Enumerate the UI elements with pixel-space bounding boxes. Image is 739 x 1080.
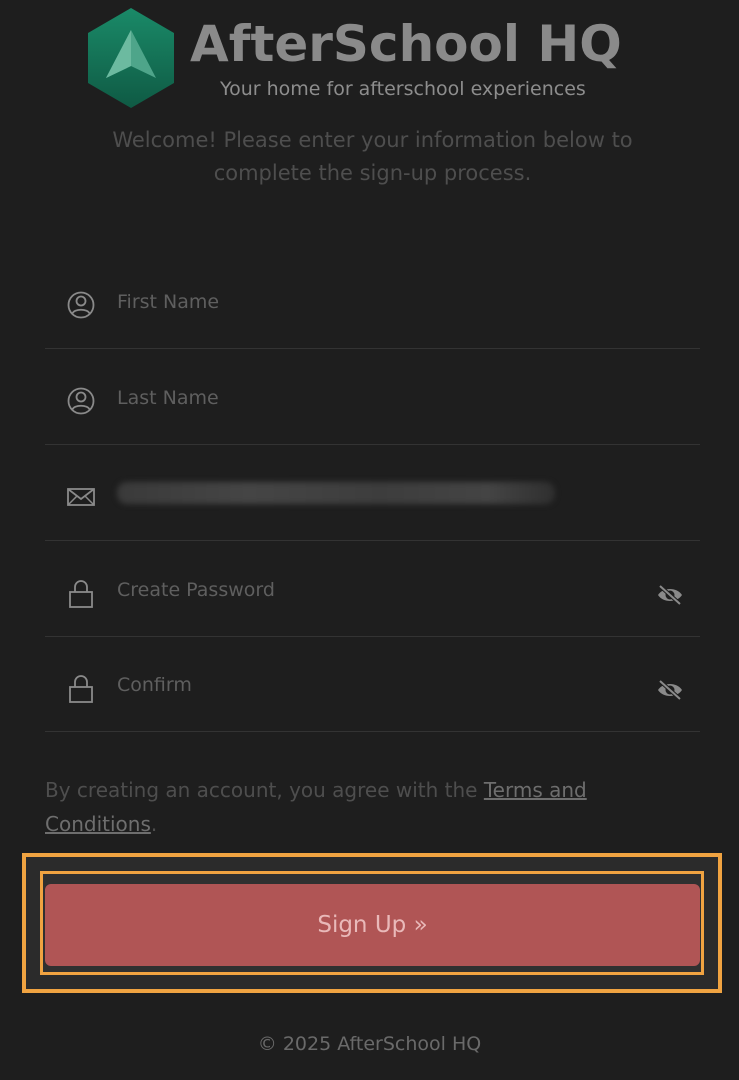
eye-slash-icon[interactable]	[656, 584, 684, 606]
terms-prefix: By creating an account, you agree with t…	[45, 778, 484, 802]
lock-icon	[69, 675, 93, 703]
envelope-icon	[67, 488, 95, 506]
footer-copyright: © 2025 AfterSchool HQ	[257, 1033, 482, 1055]
user-circle-icon	[67, 387, 95, 415]
last-name-input[interactable]	[117, 378, 617, 418]
password-field-row	[45, 542, 700, 637]
brand-tagline: Your home for afterschool experiences	[220, 78, 586, 100]
first-name-field-row	[45, 254, 700, 349]
eye-slash-icon[interactable]	[656, 679, 684, 701]
afterschool-logo-icon	[88, 8, 174, 108]
create-password-input[interactable]	[117, 570, 617, 610]
first-name-input[interactable]	[117, 282, 617, 322]
confirm-password-field-row	[45, 637, 700, 732]
lock-icon	[69, 580, 93, 608]
confirm-password-input[interactable]	[117, 665, 617, 705]
brand-name: AfterSchool HQ	[190, 15, 622, 73]
welcome-text: Welcome! Please enter your information b…	[112, 128, 633, 185]
email-input[interactable]	[117, 482, 555, 504]
sign-up-button[interactable]: Sign Up »	[45, 884, 700, 966]
last-name-field-row	[45, 350, 700, 445]
terms-notice: By creating an account, you agree with t…	[45, 773, 685, 841]
user-circle-icon	[67, 291, 95, 319]
terms-suffix: .	[150, 812, 158, 836]
email-field-row	[45, 446, 700, 541]
